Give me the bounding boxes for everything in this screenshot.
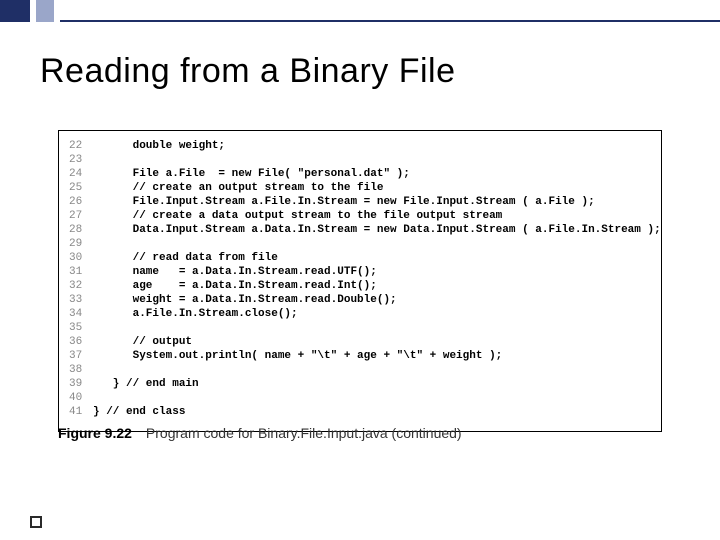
line-number: 33 <box>69 293 93 307</box>
footer-bullet-icon <box>30 516 42 528</box>
code-text: // create a data output stream to the fi… <box>93 209 502 223</box>
line-number: 27 <box>69 209 93 223</box>
slide: Reading from a Binary File 22 double wei… <box>0 0 720 540</box>
code-text: File a.File = new File( "personal.dat" )… <box>93 167 410 181</box>
slide-title: Reading from a Binary File <box>40 52 456 91</box>
decor-block-light <box>36 0 54 22</box>
line-number: 30 <box>69 251 93 265</box>
code-line: 24 File a.File = new File( "personal.dat… <box>69 167 651 181</box>
code-text: // read data from file <box>93 251 278 265</box>
line-number: 22 <box>69 139 93 153</box>
line-number: 37 <box>69 349 93 363</box>
figure-caption: Figure 9.22 Program code for Binary.File.… <box>58 425 462 441</box>
code-line: 29 <box>69 237 651 251</box>
line-number: 38 <box>69 363 93 377</box>
decor-rule <box>60 20 720 22</box>
code-line: 23 <box>69 153 651 167</box>
code-text: age = a.Data.In.Stream.read.Int(); <box>93 279 377 293</box>
code-line: 33 weight = a.Data.In.Stream.read.Double… <box>69 293 651 307</box>
decor-block-dark <box>0 0 30 22</box>
code-line: 22 double weight; <box>69 139 651 153</box>
code-text: File.Input.Stream a.File.In.Stream = new… <box>93 195 595 209</box>
line-number: 41 <box>69 405 93 419</box>
code-text: a.File.In.Stream.close(); <box>93 307 298 321</box>
figure-caption-text: Program code for Binary.File.Input.java … <box>146 425 462 441</box>
code-text: // create an output stream to the file <box>93 181 383 195</box>
line-number: 25 <box>69 181 93 195</box>
code-text: double weight; <box>93 139 225 153</box>
code-text: } // end main <box>93 377 199 391</box>
line-number: 35 <box>69 321 93 335</box>
code-text: System.out.println( name + "\t" + age + … <box>93 349 502 363</box>
code-text: name = a.Data.In.Stream.read.UTF(); <box>93 265 377 279</box>
code-line: 36 // output <box>69 335 651 349</box>
line-number: 23 <box>69 153 93 167</box>
code-line: 30 // read data from file <box>69 251 651 265</box>
line-number: 29 <box>69 237 93 251</box>
code-line: 25 // create an output stream to the fil… <box>69 181 651 195</box>
code-text: // output <box>93 335 192 349</box>
code-line: 38 <box>69 363 651 377</box>
code-text: weight = a.Data.In.Stream.read.Double(); <box>93 293 397 307</box>
code-line: 27 // create a data output stream to the… <box>69 209 651 223</box>
code-line: 31 name = a.Data.In.Stream.read.UTF(); <box>69 265 651 279</box>
line-number: 40 <box>69 391 93 405</box>
line-number: 31 <box>69 265 93 279</box>
code-line: 40 <box>69 391 651 405</box>
figure-label: Figure 9.22 <box>58 425 132 441</box>
code-line: 35 <box>69 321 651 335</box>
line-number: 39 <box>69 377 93 391</box>
line-number: 26 <box>69 195 93 209</box>
code-line: 26 File.Input.Stream a.File.In.Stream = … <box>69 195 651 209</box>
decor-gap-2 <box>54 0 60 22</box>
line-number: 24 <box>69 167 93 181</box>
code-text: } // end class <box>93 405 185 419</box>
code-line: 39 } // end main <box>69 377 651 391</box>
code-line: 41} // end class <box>69 405 651 419</box>
code-line: 34 a.File.In.Stream.close(); <box>69 307 651 321</box>
code-line: 32 age = a.Data.In.Stream.read.Int(); <box>69 279 651 293</box>
line-number: 36 <box>69 335 93 349</box>
line-number: 34 <box>69 307 93 321</box>
top-decor-bar <box>0 0 720 24</box>
code-listing-box: 22 double weight; 23 24 File a.File = ne… <box>58 130 662 432</box>
line-number: 32 <box>69 279 93 293</box>
line-number: 28 <box>69 223 93 237</box>
code-line: 28 Data.Input.Stream a.Data.In.Stream = … <box>69 223 651 237</box>
code-text: Data.Input.Stream a.Data.In.Stream = new… <box>93 223 661 237</box>
code-line: 37 System.out.println( name + "\t" + age… <box>69 349 651 363</box>
